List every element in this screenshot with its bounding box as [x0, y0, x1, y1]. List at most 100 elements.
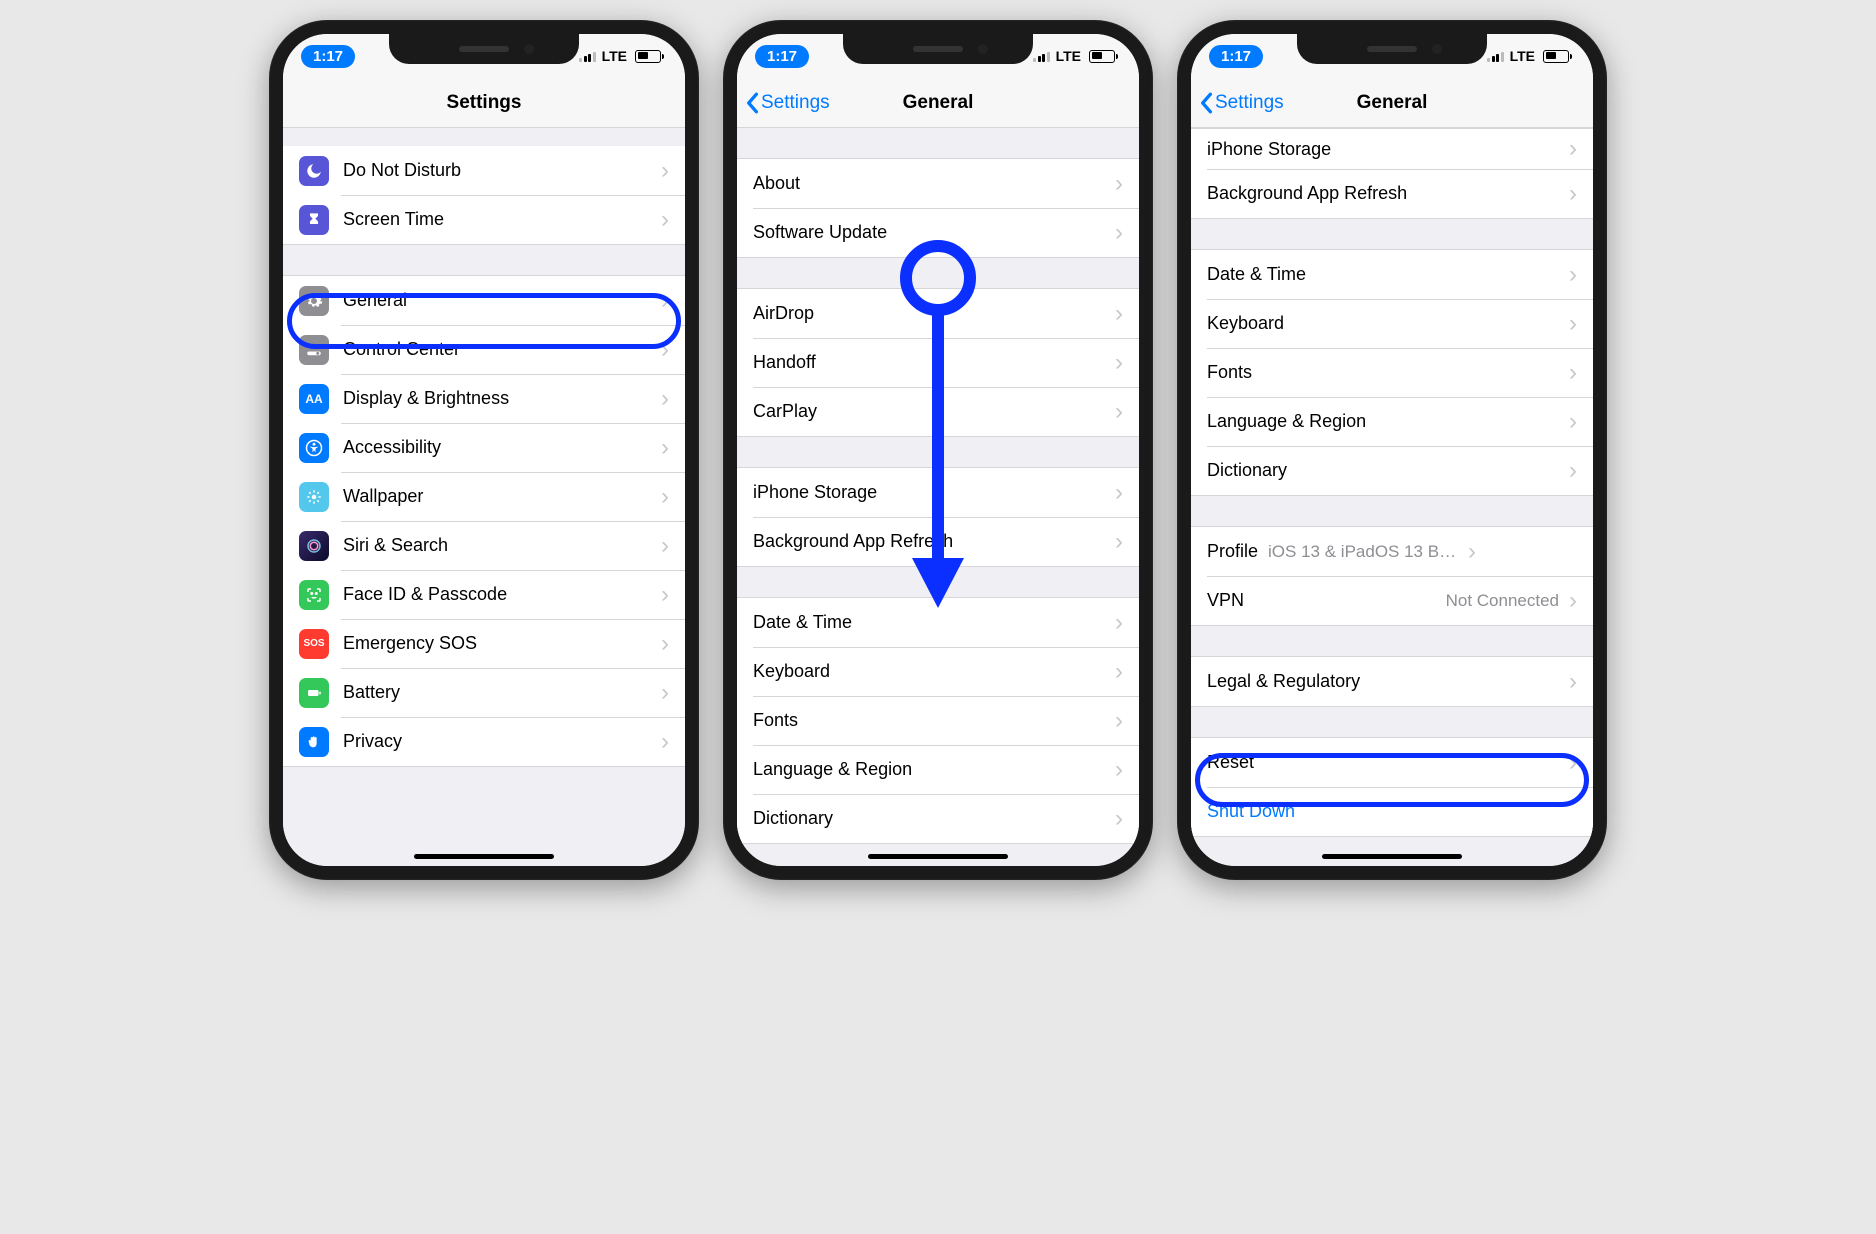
row-label: Control Center: [343, 339, 657, 360]
row-label: Background App Refresh: [753, 531, 1111, 552]
chevron-right-icon: ›: [1569, 361, 1577, 385]
battery-icon: [1543, 50, 1569, 63]
row-battery[interactable]: Battery ›: [283, 668, 685, 717]
row-label: Language & Region: [1207, 411, 1565, 432]
back-label: Settings: [1215, 92, 1284, 114]
row-siri-search[interactable]: Siri & Search ›: [283, 521, 685, 570]
row-label: Dictionary: [753, 808, 1111, 829]
chevron-right-icon: ›: [661, 730, 669, 754]
row-profile[interactable]: Profile iOS 13 & iPadOS 13 Beta Softwar.…: [1191, 527, 1593, 576]
row-label: Emergency SOS: [343, 633, 657, 654]
home-indicator[interactable]: [868, 854, 1008, 859]
row-carplay[interactable]: CarPlay ›: [737, 387, 1139, 436]
back-button[interactable]: Settings: [745, 92, 830, 114]
row-software-update[interactable]: Software Update ›: [737, 208, 1139, 257]
page-title: Settings: [447, 92, 522, 114]
signal-icon: [1487, 50, 1504, 62]
row-dictionary[interactable]: Dictionary ›: [737, 794, 1139, 843]
row-emergency-sos[interactable]: SOS Emergency SOS ›: [283, 619, 685, 668]
row-screen-time[interactable]: Screen Time ›: [283, 195, 685, 244]
row-label: Accessibility: [343, 437, 657, 458]
settings-list[interactable]: Do Not Disturb › Screen Time › General: [283, 128, 685, 866]
chevron-right-icon: ›: [661, 338, 669, 362]
settings-group: iPhone Storage › Background App Refresh …: [737, 467, 1139, 567]
row-label: Keyboard: [753, 661, 1111, 682]
row-date-time[interactable]: Date & Time ›: [737, 598, 1139, 647]
home-indicator[interactable]: [1322, 854, 1462, 859]
general-list-scrolled[interactable]: iPhone Storage › Background App Refresh …: [1191, 128, 1593, 866]
row-label: Date & Time: [753, 612, 1111, 633]
back-button[interactable]: Settings: [1199, 92, 1284, 114]
chevron-right-icon: ›: [1115, 709, 1123, 733]
status-indicators: LTE: [579, 48, 661, 64]
notch: [843, 34, 1033, 64]
row-shut-down[interactable]: Shut Down: [1191, 787, 1593, 836]
page-title: General: [1357, 92, 1428, 114]
row-general[interactable]: General ›: [283, 276, 685, 325]
row-background-app-refresh[interactable]: Background App Refresh ›: [1191, 169, 1593, 218]
row-language-region[interactable]: Language & Region ›: [737, 745, 1139, 794]
general-list[interactable]: About › Software Update › AirDrop › Hand…: [737, 128, 1139, 866]
row-label: General: [343, 290, 657, 311]
gear-icon: [299, 286, 329, 316]
row-fonts[interactable]: Fonts ›: [737, 696, 1139, 745]
row-language-region[interactable]: Language & Region ›: [1191, 397, 1593, 446]
row-display-brightness[interactable]: AA Display & Brightness ›: [283, 374, 685, 423]
row-label: Date & Time: [1207, 264, 1565, 285]
back-label: Settings: [761, 92, 830, 114]
toggles-icon: [299, 335, 329, 365]
notch: [389, 34, 579, 64]
row-dictionary[interactable]: Dictionary ›: [1191, 446, 1593, 495]
chevron-right-icon: ›: [661, 159, 669, 183]
row-iphone-storage[interactable]: iPhone Storage ›: [1191, 129, 1593, 169]
row-accessibility[interactable]: Accessibility ›: [283, 423, 685, 472]
settings-group: Date & Time › Keyboard › Fonts › Languag…: [737, 597, 1139, 844]
battery-icon: [635, 50, 661, 63]
chevron-right-icon: ›: [1569, 182, 1577, 206]
row-airdrop[interactable]: AirDrop ›: [737, 289, 1139, 338]
row-label: About: [753, 173, 1111, 194]
chevron-right-icon: ›: [1115, 221, 1123, 245]
phone-frame-1: 1:17 LTE Settings Do Not Disturb ›: [269, 20, 699, 880]
row-label: Shut Down: [1207, 801, 1577, 822]
status-time-pill[interactable]: 1:17: [1209, 45, 1263, 68]
home-indicator[interactable]: [414, 854, 554, 859]
row-vpn[interactable]: VPN Not Connected ›: [1191, 576, 1593, 625]
row-reset[interactable]: Reset ›: [1191, 738, 1593, 787]
chevron-right-icon: ›: [1569, 751, 1577, 775]
row-faceid-passcode[interactable]: Face ID & Passcode ›: [283, 570, 685, 619]
row-keyboard[interactable]: Keyboard ›: [737, 647, 1139, 696]
row-legal-regulatory[interactable]: Legal & Regulatory ›: [1191, 657, 1593, 706]
phone-frame-3: 1:17 LTE Settings General iPhone Storage…: [1177, 20, 1607, 880]
row-label: Wallpaper: [343, 486, 657, 507]
row-wallpaper[interactable]: Wallpaper ›: [283, 472, 685, 521]
chevron-right-icon: ›: [1569, 263, 1577, 287]
row-fonts[interactable]: Fonts ›: [1191, 348, 1593, 397]
status-time-pill[interactable]: 1:17: [301, 45, 355, 68]
row-iphone-storage[interactable]: iPhone Storage ›: [737, 468, 1139, 517]
row-label: Reset: [1207, 752, 1565, 773]
nav-bar: Settings: [283, 78, 685, 128]
row-background-app-refresh[interactable]: Background App Refresh ›: [737, 517, 1139, 566]
row-about[interactable]: About ›: [737, 159, 1139, 208]
row-keyboard[interactable]: Keyboard ›: [1191, 299, 1593, 348]
row-control-center[interactable]: Control Center ›: [283, 325, 685, 374]
chevron-right-icon: ›: [1569, 459, 1577, 483]
row-date-time[interactable]: Date & Time ›: [1191, 250, 1593, 299]
network-label: LTE: [602, 48, 627, 64]
screen-2: 1:17 LTE Settings General About ›: [737, 34, 1139, 866]
settings-group: Reset › Shut Down: [1191, 737, 1593, 837]
row-do-not-disturb[interactable]: Do Not Disturb ›: [283, 146, 685, 195]
chevron-right-icon: ›: [1569, 312, 1577, 336]
chevron-right-icon: ›: [1115, 481, 1123, 505]
status-time-pill[interactable]: 1:17: [755, 45, 809, 68]
status-indicators: LTE: [1487, 48, 1569, 64]
row-label: Handoff: [753, 352, 1111, 373]
siri-icon: [299, 531, 329, 561]
row-privacy[interactable]: Privacy ›: [283, 717, 685, 766]
chevron-right-icon: ›: [1468, 540, 1476, 564]
settings-group-partial: iPhone Storage › Background App Refresh …: [1191, 128, 1593, 219]
chevron-right-icon: ›: [1115, 758, 1123, 782]
chevron-right-icon: ›: [1115, 611, 1123, 635]
row-handoff[interactable]: Handoff ›: [737, 338, 1139, 387]
